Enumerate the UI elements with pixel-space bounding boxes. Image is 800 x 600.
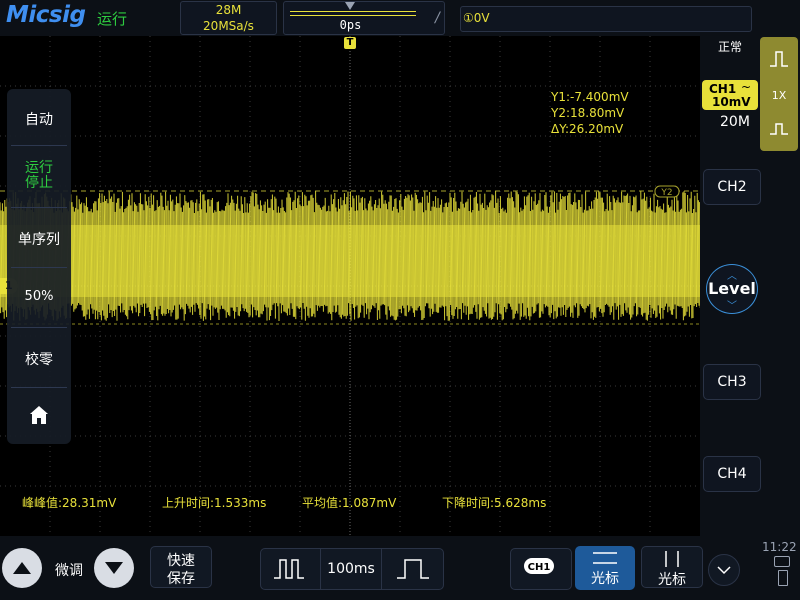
usb-icon: [774, 556, 790, 567]
trigger-level: ①0V: [463, 11, 490, 25]
run-stop-button[interactable]: 运行 停止: [7, 161, 71, 191]
timebase-scale[interactable]: 100ms: [321, 561, 381, 577]
probe-panel[interactable]: 1X: [760, 37, 798, 151]
run-label: 运行: [25, 160, 53, 176]
auto-button[interactable]: 自动: [7, 109, 71, 129]
fine-up-button[interactable]: [2, 548, 42, 588]
wide-pulse-icon: [397, 559, 429, 579]
brand-logo: Micsig: [6, 2, 86, 28]
quick-save-line2: 保存: [167, 571, 195, 587]
chevron-down-icon: [717, 566, 731, 575]
acquisition-info[interactable]: 28M 20MSa/s: [180, 1, 277, 35]
triangle-down-icon: [105, 562, 123, 574]
zero-calibrate-button[interactable]: 校零: [7, 349, 71, 369]
ch1-name: CH1: [709, 82, 737, 96]
memory-depth: 28M: [215, 3, 242, 17]
vertical-cursor-icon: [665, 551, 679, 567]
pulse-high-icon[interactable]: [768, 49, 790, 69]
measurement-vpp[interactable]: 峰峰值:28.31mV: [22, 494, 116, 511]
system-clock: 11:22: [762, 540, 797, 554]
battery-icon: [778, 570, 788, 586]
stop-label: 停止: [25, 175, 53, 191]
trigger-50-button[interactable]: 50%: [7, 289, 71, 304]
left-quick-menu: 自动 运行 停止 单序列 50% 校零: [7, 89, 71, 444]
menu-divider: [11, 207, 67, 208]
horizontal-delay: 0ps: [339, 18, 362, 32]
cursor-y2-tag[interactable]: Y2: [654, 185, 680, 198]
menu-divider: [11, 145, 67, 146]
narrow-pulse-icon: [274, 559, 304, 579]
vertical-cursor-button[interactable]: 光标: [641, 546, 703, 588]
bandwidth-limit[interactable]: 20M: [720, 114, 750, 130]
ch1-badge-icon: CH1: [524, 558, 554, 574]
svg-text:Y2: Y2: [660, 188, 672, 198]
menu-divider: [11, 387, 67, 388]
level-label: Level: [708, 279, 756, 298]
horizontal-cursor-label: 光标: [591, 571, 619, 587]
chevron-down-icon: ﹀: [727, 301, 737, 312]
trigger-info-box[interactable]: [460, 6, 752, 32]
single-sequence-button[interactable]: 单序列: [7, 229, 71, 249]
rising-edge-icon[interactable]: /: [435, 10, 440, 26]
expand-menu-button[interactable]: [708, 554, 740, 586]
ch2-button[interactable]: CH2: [703, 169, 761, 205]
ch1-scale: 10mV: [712, 95, 751, 109]
cursor-delta-readout: ΔY:26.20mV: [551, 122, 624, 136]
level-knob[interactable]: ︿ Level ﹀: [706, 264, 758, 314]
menu-divider: [11, 327, 67, 328]
cursor-y2-readout: Y2:18.80mV: [551, 106, 625, 120]
ch3-button[interactable]: CH3: [703, 364, 761, 400]
measurement-mean[interactable]: 平均值:1.087mV: [302, 494, 396, 511]
menu-divider: [11, 267, 67, 268]
divider: [381, 548, 382, 590]
trigger-position-marker[interactable]: T: [344, 37, 356, 49]
trigger-mode[interactable]: 正常: [718, 38, 742, 55]
home-button[interactable]: [7, 403, 71, 431]
memory-timeline-bar: [290, 11, 416, 16]
probe-ratio: 1X: [771, 89, 787, 102]
ch4-button[interactable]: CH4: [703, 456, 761, 492]
vertical-cursor-label: 光标: [658, 572, 686, 588]
horizontal-cursor-icon: [593, 552, 617, 564]
sample-rate: 20MSa/s: [203, 19, 254, 33]
run-status[interactable]: 运行: [97, 8, 127, 29]
svg-text:CH1: CH1: [528, 562, 551, 573]
home-icon: [30, 406, 48, 424]
ch1-waveform: [0, 191, 700, 322]
timebase-narrow-button[interactable]: [270, 556, 310, 586]
timebase-wide-button[interactable]: [393, 556, 433, 586]
measurement-rise-time[interactable]: 上升时间:1.533ms: [162, 494, 266, 511]
quick-save-line1: 快速: [167, 553, 195, 569]
triangle-up-icon: [13, 562, 31, 574]
timeline-marker-icon: [345, 2, 355, 10]
ch1-settings-button[interactable]: CH1 ~ 10mV: [702, 80, 758, 110]
fine-adjust-label: 微调: [55, 563, 83, 579]
fine-down-button[interactable]: [94, 548, 134, 588]
channel-select-button[interactable]: CH1: [510, 548, 572, 590]
cursor-y1-readout: Y1:-7.400mV: [551, 90, 629, 104]
measurement-fall-time[interactable]: 下降时间:5.628ms: [442, 494, 546, 511]
pulse-low-icon[interactable]: [768, 117, 790, 137]
ch1-coupling: ~: [741, 80, 752, 94]
quick-save-button[interactable]: 快速 保存: [150, 546, 212, 588]
horizontal-cursor-button[interactable]: 光标: [575, 546, 635, 590]
